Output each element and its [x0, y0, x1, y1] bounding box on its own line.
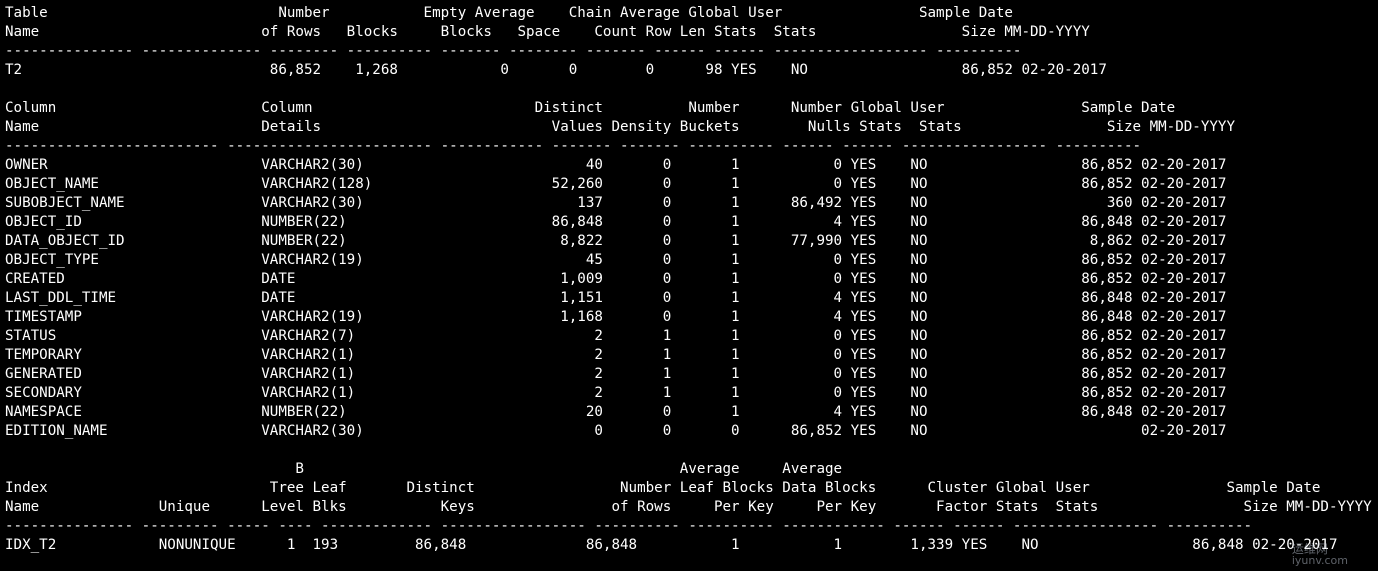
terminal-line: NAMESPACE NUMBER(22) 20 0 1 4 YES NO 86,…: [5, 404, 1227, 420]
terminal-line: Column Column Distinct Number Number Glo…: [5, 100, 1176, 116]
terminal-line: T2 86,852 1,268 0 0 0 98 YES NO 86,852 0…: [5, 62, 1107, 78]
terminal-line: B Average Average: [5, 461, 843, 477]
terminal-line: GENERATED VARCHAR2(1) 2 1 1 0 YES NO 86,…: [5, 366, 1227, 382]
terminal-line: SUBOBJECT_NAME VARCHAR2(30) 137 0 1 86,4…: [5, 195, 1227, 211]
terminal-line: DATA_OBJECT_ID NUMBER(22) 8,822 0 1 77,9…: [5, 233, 1227, 249]
terminal-line: OBJECT_TYPE VARCHAR2(19) 45 0 1 0 YES NO…: [5, 252, 1227, 268]
terminal-line: ------------------------- --------------…: [5, 138, 1142, 154]
terminal-line: Name Unique Level Blks Keys of Rows Per …: [5, 499, 1372, 515]
terminal-line: Table Number Empty Average Chain Average…: [5, 5, 1013, 21]
watermark-logo: 运维网 iyunv.com: [1292, 543, 1348, 567]
terminal-line: Name of Rows Blocks Blocks Space Count R…: [5, 24, 1090, 40]
terminal-line: --------------- -------------- -------- …: [5, 43, 1022, 59]
terminal-line: Index Tree Leaf Distinct Number Leaf Blo…: [5, 480, 1321, 496]
terminal-line: EDITION_NAME VARCHAR2(30) 0 0 0 86,852 Y…: [5, 423, 1227, 439]
terminal-output: Table Number Empty Average Chain Average…: [5, 4, 1372, 555]
terminal-line: --------------- --------- ----- ---- ---…: [5, 518, 1253, 534]
terminal-line: CREATED DATE 1,009 0 1 0 YES NO 86,852 0…: [5, 271, 1227, 287]
terminal-line: TEMPORARY VARCHAR2(1) 2 1 1 0 YES NO 86,…: [5, 347, 1227, 363]
terminal-line: OBJECT_ID NUMBER(22) 86,848 0 1 4 YES NO…: [5, 214, 1227, 230]
terminal-window[interactable]: Table Number Empty Average Chain Average…: [0, 0, 1378, 571]
terminal-line: LAST_DDL_TIME DATE 1,151 0 1 4 YES NO 86…: [5, 290, 1227, 306]
watermark-url: iyunv.com: [1291, 554, 1348, 567]
terminal-line: STATUS VARCHAR2(7) 2 1 1 0 YES NO 86,852…: [5, 328, 1227, 344]
terminal-line: TIMESTAMP VARCHAR2(19) 1,168 0 1 4 YES N…: [5, 309, 1227, 325]
terminal-line: OBJECT_NAME VARCHAR2(128) 52,260 0 1 0 Y…: [5, 176, 1227, 192]
terminal-line: OWNER VARCHAR2(30) 40 0 1 0 YES NO 86,85…: [5, 157, 1227, 173]
terminal-line: Name Details Values Density Buckets Null…: [5, 119, 1235, 135]
terminal-line: IDX_T2 NONUNIQUE 1 193 86,848 86,848 1 1…: [5, 537, 1338, 553]
terminal-line: SECONDARY VARCHAR2(1) 2 1 1 0 YES NO 86,…: [5, 385, 1227, 401]
